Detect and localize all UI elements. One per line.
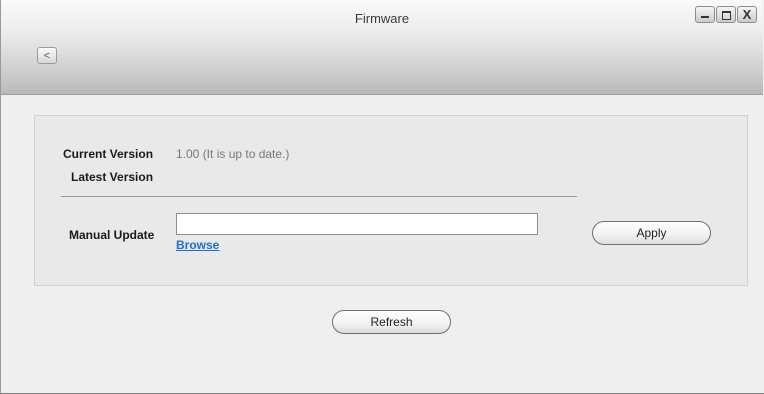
minimize-icon[interactable] [695, 6, 715, 23]
firmware-panel: Current Version 1.00 (It is up to date.)… [34, 115, 748, 286]
window-title: Firmware [354, 11, 410, 26]
latest-version-label: Latest Version [71, 170, 154, 184]
divider [61, 196, 577, 197]
title-bar: Firmware < X [1, 0, 763, 95]
current-version-value: 1.00 (It is up to date.) [176, 147, 290, 161]
window-controls: X [695, 6, 757, 23]
firmware-window: Firmware < X Current Version 1.00 (It is… [0, 0, 764, 394]
close-icon[interactable]: X [737, 6, 757, 23]
current-version-label: Current Version [63, 147, 154, 161]
manual-update-file-input[interactable] [176, 213, 538, 235]
apply-button[interactable]: Apply [592, 221, 711, 245]
maximize-icon[interactable] [716, 6, 736, 23]
manual-update-label: Manual Update [69, 228, 155, 242]
browse-link[interactable]: Browse [176, 238, 219, 252]
back-button[interactable]: < [37, 47, 57, 64]
refresh-button[interactable]: Refresh [332, 310, 451, 334]
